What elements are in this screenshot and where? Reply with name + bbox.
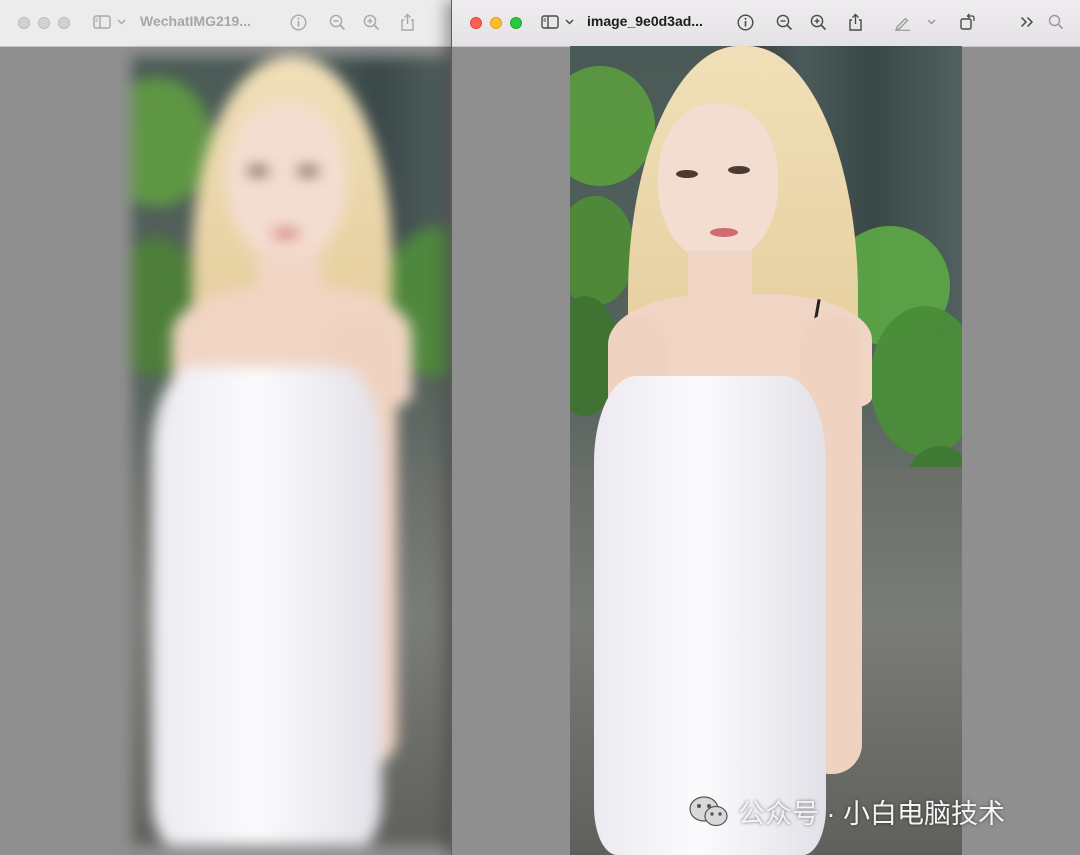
wechat-icon — [688, 794, 730, 830]
share-icon[interactable] — [845, 10, 865, 34]
search-icon[interactable] — [1046, 10, 1066, 34]
watermark-text: 公众号 · 小白电脑技术 — [738, 799, 1005, 829]
zoom-out-icon[interactable] — [327, 10, 347, 34]
more-chevrons-icon[interactable] — [1017, 10, 1037, 34]
titlebar-front[interactable]: image_9e0d3ad... — [452, 0, 1080, 47]
zoom-in-icon[interactable] — [808, 10, 828, 34]
zoom-out-icon[interactable] — [774, 10, 794, 34]
chevron-down-icon[interactable] — [116, 10, 126, 34]
preview-window-back[interactable]: WechatIMG219... — [0, 0, 453, 855]
image-sharp — [570, 46, 962, 855]
traffic-lights-back — [18, 17, 70, 29]
markup-pen-icon[interactable] — [892, 10, 912, 34]
titlebar-back[interactable]: WechatIMG219... — [0, 0, 452, 47]
zoom-button[interactable] — [510, 17, 522, 29]
info-icon[interactable] — [735, 10, 755, 34]
chevron-down-icon[interactable] — [926, 10, 936, 34]
rotate-icon[interactable] — [957, 10, 977, 34]
zoom-in-icon[interactable] — [361, 10, 381, 34]
sidebar-icon[interactable] — [540, 10, 560, 34]
traffic-lights-front — [470, 17, 522, 29]
close-button[interactable] — [18, 17, 30, 29]
window-title: image_9e0d3ad... — [587, 13, 703, 29]
chevron-down-icon[interactable] — [564, 10, 574, 34]
share-icon[interactable] — [397, 10, 417, 34]
minimize-button[interactable] — [490, 17, 502, 29]
watermark: 公众号 · 小白电脑技术 — [688, 792, 1005, 831]
zoom-button[interactable] — [58, 17, 70, 29]
minimize-button[interactable] — [38, 17, 50, 29]
sidebar-icon[interactable] — [92, 10, 112, 34]
window-title: WechatIMG219... — [140, 13, 252, 29]
close-button[interactable] — [470, 17, 482, 29]
info-icon[interactable] — [288, 10, 308, 34]
image-blurred — [132, 57, 450, 845]
preview-window-front[interactable]: image_9e0d3ad... — [451, 0, 1080, 855]
